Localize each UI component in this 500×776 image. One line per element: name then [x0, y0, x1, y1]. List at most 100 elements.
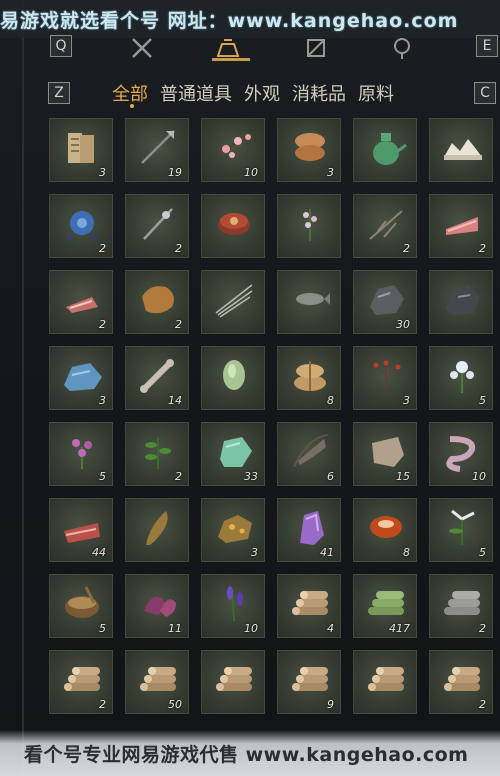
- inventory-slot[interactable]: [201, 270, 265, 334]
- inventory-slot[interactable]: [277, 270, 341, 334]
- purple-flower-icon: [58, 429, 106, 473]
- agate-icon: [362, 505, 410, 549]
- item-quantity: 6: [327, 470, 334, 483]
- item-quantity: 2: [479, 622, 486, 635]
- item-quantity: 14: [168, 394, 182, 407]
- item-quantity: 5: [99, 622, 106, 635]
- filter-tab-row: Z 全部 普通道具 外观 消耗品 原料 C: [48, 80, 496, 108]
- watermark-bottom-text: 看个号专业网易游戏代售 www.kangehao.com: [24, 743, 469, 766]
- arrow-icon: [134, 125, 182, 169]
- inventory-slot[interactable]: 4: [277, 574, 341, 638]
- inventory-slot[interactable]: 41: [277, 498, 341, 562]
- scroll-category-icon[interactable]: [302, 34, 330, 62]
- inventory-slot[interactable]: [201, 346, 265, 410]
- item-quantity: 3: [99, 166, 106, 179]
- inventory-slot[interactable]: 3: [277, 118, 341, 182]
- inventory-slot[interactable]: 2: [125, 270, 189, 334]
- item-quantity: 10: [472, 470, 486, 483]
- inventory-slot[interactable]: 33: [201, 422, 265, 486]
- tab-all[interactable]: 全部: [112, 80, 148, 106]
- log-pile-icon: [362, 657, 410, 701]
- inventory-slot[interactable]: 3: [49, 118, 113, 182]
- tab-appearance[interactable]: 外观: [244, 80, 280, 106]
- tab-common-items[interactable]: 普通道具: [160, 80, 232, 106]
- inventory-slot[interactable]: 5: [49, 422, 113, 486]
- fish-icon: [286, 277, 334, 321]
- active-category-indicator: [212, 58, 250, 61]
- grain-sack-icon: [286, 353, 334, 397]
- inventory-slot[interactable]: 15: [353, 422, 417, 486]
- inventory-slot[interactable]: [353, 118, 417, 182]
- key-hint-q[interactable]: Q: [50, 35, 72, 57]
- inventory-slot[interactable]: 8: [277, 346, 341, 410]
- inventory-slot[interactable]: [125, 498, 189, 562]
- item-quantity: 5: [479, 394, 486, 407]
- inventory-slot[interactable]: 3: [49, 346, 113, 410]
- inventory-slot[interactable]: 417: [353, 574, 417, 638]
- inventory-slot[interactable]: 19: [125, 118, 189, 182]
- item-quantity: 33: [244, 470, 258, 483]
- filter-tabs: 全部 普通道具 外观 消耗品 原料: [112, 80, 394, 106]
- weapon-category-icon[interactable]: [128, 34, 156, 62]
- inventory-slot[interactable]: [201, 194, 265, 258]
- item-quantity: 8: [327, 394, 334, 407]
- inventory-slot[interactable]: 8: [353, 498, 417, 562]
- melon-icon: [210, 353, 258, 397]
- inventory-slot[interactable]: 30: [353, 270, 417, 334]
- tab-consumables[interactable]: 消耗品: [292, 80, 346, 106]
- inventory-slot[interactable]: 2: [49, 270, 113, 334]
- inventory-slot[interactable]: 2: [429, 194, 493, 258]
- quills-icon: [210, 277, 258, 321]
- inventory-slot[interactable]: [277, 194, 341, 258]
- inventory-slot[interactable]: 44: [49, 498, 113, 562]
- rouge-box-icon: [210, 201, 258, 245]
- hide-icon: [362, 429, 410, 473]
- item-quantity: 44: [92, 546, 106, 559]
- grey-log-icon: [438, 581, 486, 625]
- inventory-slot[interactable]: 10: [429, 422, 493, 486]
- inventory-slot[interactable]: 2: [353, 194, 417, 258]
- inventory-slot[interactable]: 2: [49, 650, 113, 714]
- inventory-slot[interactable]: 3: [353, 346, 417, 410]
- key-hint-e[interactable]: E: [476, 35, 498, 57]
- inventory-slot[interactable]: 2: [429, 574, 493, 638]
- category-toolbar: Q E: [40, 30, 500, 66]
- key-hint-z[interactable]: Z: [48, 82, 70, 104]
- inventory-slot[interactable]: 5: [429, 346, 493, 410]
- scroll-icon: [58, 125, 106, 169]
- inventory-slot[interactable]: [429, 270, 493, 334]
- key-hint-c[interactable]: C: [474, 82, 496, 104]
- orchid-icon: [438, 505, 486, 549]
- inventory-slot[interactable]: 10: [201, 574, 265, 638]
- inventory-slot[interactable]: 2: [125, 422, 189, 486]
- inventory-slot[interactable]: 2: [49, 194, 113, 258]
- inventory-slot[interactable]: 6: [277, 422, 341, 486]
- inventory-slot[interactable]: 2: [429, 650, 493, 714]
- inventory-slot[interactable]: [353, 650, 417, 714]
- inventory-slot[interactable]: 14: [125, 346, 189, 410]
- inventory-slot[interactable]: [201, 650, 265, 714]
- log-pile-icon: [286, 581, 334, 625]
- item-quantity: 10: [244, 622, 258, 635]
- item-quantity: 3: [99, 394, 106, 407]
- amethyst-icon: [286, 505, 334, 549]
- inventory-slot[interactable]: [429, 118, 493, 182]
- item-quantity: 2: [403, 242, 410, 255]
- inventory-slot[interactable]: 50: [125, 650, 189, 714]
- item-quantity: 2: [175, 470, 182, 483]
- quest-category-icon[interactable]: [388, 34, 416, 62]
- item-quantity: 2: [479, 242, 486, 255]
- item-quantity: 417: [389, 622, 410, 635]
- white-flower-icon: [438, 353, 486, 397]
- inventory-slot[interactable]: 5: [49, 574, 113, 638]
- item-quantity: 3: [403, 394, 410, 407]
- item-quantity: 30: [396, 318, 410, 331]
- inventory-slot[interactable]: 5: [429, 498, 493, 562]
- inventory-slot[interactable]: 9: [277, 650, 341, 714]
- inventory-slot[interactable]: 3: [201, 498, 265, 562]
- inventory-slot[interactable]: 2: [125, 194, 189, 258]
- inventory-slot[interactable]: 11: [125, 574, 189, 638]
- jade-pot-icon: [362, 125, 410, 169]
- inventory-slot[interactable]: 10: [201, 118, 265, 182]
- tab-materials[interactable]: 原料: [358, 80, 394, 106]
